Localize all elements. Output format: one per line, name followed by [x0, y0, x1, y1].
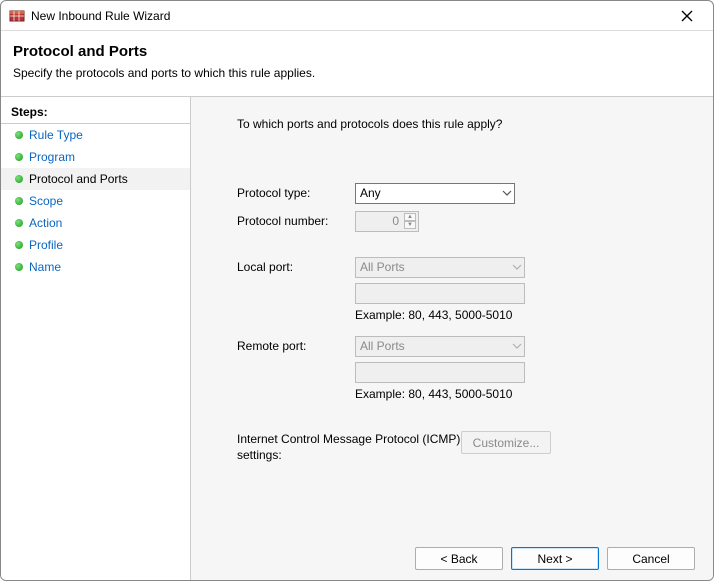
step-action[interactable]: Action [1, 212, 190, 234]
bullet-icon [15, 175, 23, 183]
icmp-settings-label: Internet Control Message Protocol (ICMP)… [237, 431, 461, 463]
steps-heading: Steps: [1, 101, 190, 124]
step-program[interactable]: Program [1, 146, 190, 168]
page-title: Protocol and Ports [13, 43, 701, 60]
step-label: Program [29, 150, 75, 164]
remote-port-example: Example: 80, 443, 5000-5010 [355, 387, 697, 401]
local-port-select: All Ports [355, 257, 525, 278]
cancel-button[interactable]: Cancel [607, 547, 695, 570]
step-protocol-and-ports[interactable]: Protocol and Ports [1, 168, 190, 190]
step-rule-type[interactable]: Rule Type [1, 124, 190, 146]
chevron-down-icon [512, 264, 522, 270]
bullet-icon [15, 131, 23, 139]
local-port-value: All Ports [360, 260, 405, 274]
spinner-up-icon: ▲ [404, 213, 416, 221]
next-button[interactable]: Next > [511, 547, 599, 570]
remote-port-value: All Ports [360, 339, 405, 353]
firewall-icon [9, 8, 25, 24]
customize-button: Customize... [461, 431, 551, 454]
page-subtitle: Specify the protocols and ports to which… [13, 66, 701, 80]
step-label: Name [29, 260, 61, 274]
step-label: Scope [29, 194, 63, 208]
bullet-icon [15, 219, 23, 227]
wizard-window: New Inbound Rule Wizard Protocol and Por… [0, 0, 714, 581]
wizard-header: Protocol and Ports Specify the protocols… [1, 31, 713, 96]
local-port-example: Example: 80, 443, 5000-5010 [355, 308, 697, 322]
chevron-down-icon [512, 343, 522, 349]
protocol-number-label: Protocol number: [237, 214, 355, 228]
bullet-icon [15, 241, 23, 249]
step-label: Rule Type [29, 128, 83, 142]
wizard-page: To which ports and protocols does this r… [191, 97, 713, 581]
step-label: Protocol and Ports [29, 172, 128, 186]
spinner-down-icon: ▼ [404, 221, 416, 229]
protocol-type-value: Any [360, 186, 381, 200]
window-title: New Inbound Rule Wizard [31, 9, 170, 23]
titlebar: New Inbound Rule Wizard [1, 1, 713, 31]
arrow-annotation [709, 517, 714, 581]
steps-sidebar: Steps: Rule Type Program Protocol and Po… [1, 97, 191, 581]
remote-port-input [355, 362, 525, 383]
step-profile[interactable]: Profile [1, 234, 190, 256]
step-name[interactable]: Name [1, 256, 190, 278]
bullet-icon [15, 197, 23, 205]
step-scope[interactable]: Scope [1, 190, 190, 212]
bullet-icon [15, 263, 23, 271]
local-port-label: Local port: [237, 260, 355, 274]
local-port-input [355, 283, 525, 304]
step-label: Profile [29, 238, 63, 252]
wizard-footer: < Back Next > Cancel [415, 547, 695, 570]
page-prompt: To which ports and protocols does this r… [237, 117, 697, 131]
protocol-number-value: 0 [360, 214, 401, 228]
protocol-type-select[interactable]: Any [355, 183, 515, 204]
step-label: Action [29, 216, 62, 230]
close-icon [681, 10, 693, 22]
remote-port-label: Remote port: [237, 339, 355, 353]
chevron-down-icon [502, 190, 512, 196]
bullet-icon [15, 153, 23, 161]
protocol-type-label: Protocol type: [237, 186, 355, 200]
protocol-number-stepper: 0 ▲ ▼ [355, 211, 419, 232]
close-button[interactable] [669, 4, 705, 28]
back-button[interactable]: < Back [415, 547, 503, 570]
remote-port-select: All Ports [355, 336, 525, 357]
